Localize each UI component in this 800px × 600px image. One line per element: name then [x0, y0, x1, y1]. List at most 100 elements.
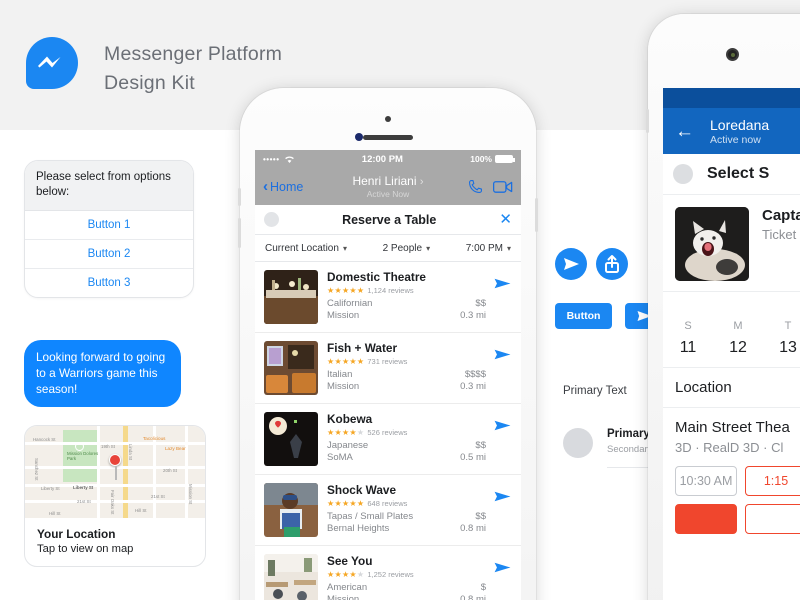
map-label: 19th St — [101, 444, 115, 449]
location-card-subtitle: Tap to view on map — [37, 543, 134, 555]
showtime-chip[interactable]: 10:30 AM — [675, 466, 737, 496]
restaurant-distance: 0.5 mi — [460, 452, 486, 463]
send-icon — [494, 420, 511, 431]
send-fab-button[interactable] — [555, 248, 587, 280]
restaurant-neighborhood: Mission — [327, 381, 360, 392]
chevron-down-icon: ▾ — [506, 243, 511, 253]
map-label: 21st St — [77, 499, 91, 504]
filter-bar: Current Location ▾ 2 People ▾ 7:00 PM ▾ — [255, 235, 521, 262]
phone-icon[interactable] — [467, 178, 484, 195]
restaurant-neighborhood: Bernal Heights — [327, 523, 390, 534]
android-nav-title-block: Loredana Active now — [710, 117, 769, 146]
template-button-1[interactable]: Button 1 — [25, 211, 193, 240]
restaurant-row[interactable]: Domestic Theatre ★★★★★ 1,124 reviews Califo… — [255, 262, 521, 333]
screenshot-root: Messenger Platform Design Kit Please sel… — [0, 0, 800, 600]
restaurant-send-button[interactable] — [493, 274, 512, 293]
map-label: Tacolicious — [143, 436, 166, 441]
filter-party-size[interactable]: 2 People ▾ — [383, 243, 431, 254]
location-share-card[interactable]: Hancock St Mission Dolores Park 19th St … — [24, 425, 206, 567]
proximity-sensor-icon — [355, 133, 363, 141]
map-location-pin-icon — [109, 454, 121, 480]
power-button[interactable] — [535, 198, 538, 232]
back-button[interactable]: ‹ Home — [263, 178, 303, 195]
day-number[interactable]: 11 — [663, 339, 713, 357]
movie-subtitle: Ticket — [762, 227, 797, 242]
filter-location-label: Current Location — [265, 242, 339, 254]
restaurant-info: Shock Wave ★★★★★ 648 reviews Tapas / Small … — [318, 483, 512, 537]
restaurant-area-distance: Mission 0.3 mi — [327, 310, 486, 321]
filter-time[interactable]: 7:00 PM ▾ — [466, 243, 511, 254]
map-park-icon — [75, 442, 84, 451]
restaurant-thumbnail — [264, 270, 318, 324]
map-label: Fair Oaks St — [110, 490, 115, 515]
filter-party-size-label: 2 People — [382, 242, 423, 254]
theater-name: Main Street Thea — [675, 419, 790, 436]
front-camera-icon — [385, 116, 391, 122]
restaurant-price: $ — [480, 582, 486, 593]
ios-nav-bar: ‹ Home Henri Liriani › Active Now — [255, 168, 521, 205]
primary-button[interactable]: Button — [555, 303, 612, 329]
chevron-down-icon: ▾ — [426, 243, 431, 253]
left-components-column: Please select from options below: Button… — [24, 160, 224, 298]
send-icon — [564, 258, 579, 270]
restaurant-send-button[interactable] — [493, 416, 512, 435]
contact-name: Loredana — [710, 116, 770, 133]
map-label: Hill St — [49, 511, 61, 516]
restaurant-row[interactable]: Fish + Water ★★★★★ 731 reviews Italian $$$$ M… — [255, 333, 521, 404]
restaurant-reviews: 526 reviews — [367, 428, 408, 437]
map-road — [97, 426, 100, 518]
volume-buttons[interactable] — [646, 109, 649, 133]
silent-switch[interactable] — [238, 188, 241, 206]
restaurant-distance: 0.3 mi — [460, 381, 486, 392]
restaurant-reviews: 1,252 reviews — [367, 570, 414, 579]
restaurant-send-button[interactable] — [493, 345, 512, 364]
restaurant-price: $$$$ — [464, 369, 486, 380]
share-fab-button[interactable] — [596, 248, 628, 280]
restaurant-cuisine-price: Tapas / Small Plates $$ — [327, 511, 486, 522]
restaurant-list: Domestic Theatre ★★★★★ 1,124 reviews Califo… — [255, 262, 521, 600]
day-number[interactable]: 13 — [763, 339, 800, 357]
map-label: Mission St — [188, 484, 193, 505]
day-number-row: 11 12 13 — [663, 339, 800, 357]
restaurant-row[interactable]: See You ★★★★★ 1,252 reviews American $ Missio… — [255, 546, 521, 600]
restaurant-cuisine-price: Californian $$ — [327, 298, 486, 309]
chevron-left-icon: ‹ — [263, 178, 268, 195]
messenger-logo-icon — [26, 37, 78, 89]
showtime-chip-active[interactable] — [675, 504, 737, 534]
send-icon — [494, 562, 511, 573]
restaurant-thumbnail — [264, 554, 318, 600]
signal-icon: ••••• — [263, 154, 280, 164]
restaurant-cuisine-price: Italian $$$$ — [327, 369, 486, 380]
restaurant-send-button[interactable] — [493, 558, 512, 577]
page-title-line1: Messenger Platform — [104, 43, 283, 65]
movie-card[interactable]: Capta Ticket — [663, 194, 800, 291]
day-number[interactable]: 12 — [713, 339, 763, 357]
arrow-left-icon[interactable]: ← — [675, 122, 694, 141]
day-of-week-row: SMT — [663, 320, 800, 332]
messenger-bolt-icon — [38, 56, 61, 68]
front-camera-icon — [726, 48, 739, 61]
close-icon[interactable]: ✕ — [499, 212, 512, 227]
battery-percent: 100% — [470, 154, 492, 164]
map-road — [25, 500, 205, 503]
video-camera-icon[interactable] — [493, 180, 513, 194]
filter-location[interactable]: Current Location ▾ — [265, 243, 347, 254]
showtimes-row-1: 10:30 AM 1:15 — [675, 466, 800, 496]
share-icon — [605, 255, 619, 273]
android-webview-header: Select S — [663, 154, 800, 194]
showtime-chip-selected[interactable]: 1:15 — [745, 466, 800, 496]
template-button-3[interactable]: Button 3 — [25, 269, 193, 297]
restaurant-send-button[interactable] — [493, 487, 512, 506]
android-nav-bar: ← Loredana Active now — [663, 108, 800, 154]
send-icon — [494, 349, 511, 360]
button-template-prompt: Please select from options below: — [25, 161, 193, 211]
template-button-2[interactable]: Button 2 — [25, 240, 193, 269]
restaurant-price: $$ — [475, 440, 486, 451]
restaurant-reviews: 648 reviews — [367, 499, 408, 508]
location-section-header: Location — [663, 367, 800, 407]
showtime-chip-outline[interactable] — [745, 504, 800, 534]
map-label: Linda St — [128, 444, 133, 461]
restaurant-row[interactable]: Shock Wave ★★★★★ 648 reviews Tapas / Small … — [255, 475, 521, 546]
volume-buttons[interactable] — [238, 218, 241, 248]
restaurant-row[interactable]: Kobewa ★★★★★ 526 reviews Japanese $$ SoMA 0.5 … — [255, 404, 521, 475]
